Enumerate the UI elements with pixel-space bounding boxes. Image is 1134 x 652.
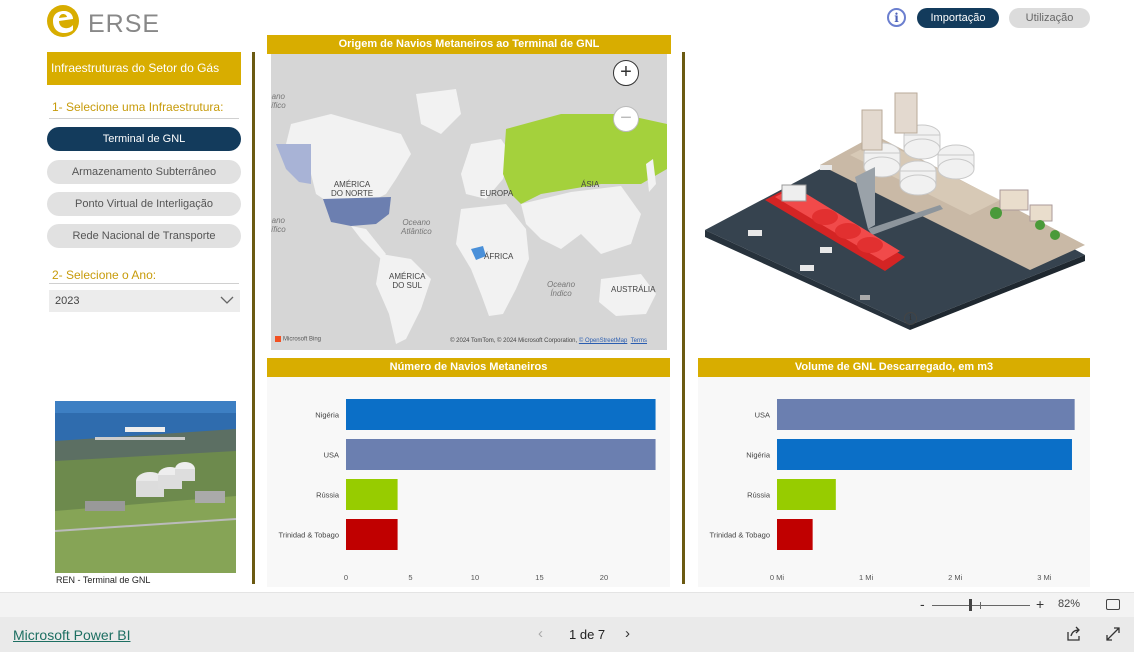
info-icon[interactable]: i <box>904 312 917 325</box>
map-label-pacific-mid: ano ífico <box>271 216 286 234</box>
divider <box>682 52 685 584</box>
terms-link[interactable]: Terms <box>631 338 647 344</box>
powerbi-link[interactable]: Microsoft Power BI <box>13 627 130 643</box>
logo-text: ERSE <box>88 10 161 38</box>
erse-logo: ERSE <box>46 4 166 38</box>
zoom-slider-track[interactable] <box>932 605 1030 606</box>
chart-volume-tick-label: 2 Mi <box>948 573 963 582</box>
expand-icon[interactable] <box>1105 626 1121 642</box>
chart-volume-bar[interactable] <box>777 439 1072 470</box>
zoom-percent: 82% <box>1058 598 1081 610</box>
tab-importacao[interactable]: Importação <box>917 8 999 28</box>
chart-volume-category-label: Nigéria <box>746 451 771 460</box>
divider <box>49 283 239 284</box>
infra-button-terminal-gnl[interactable]: Terminal de GNL <box>47 127 241 151</box>
chart-volume-tick-label: 3 Mi <box>1037 573 1052 582</box>
chart-volume-tick-label: 1 Mi <box>859 573 874 582</box>
chart-volume-bar[interactable] <box>777 399 1075 430</box>
chart-volume-category-label: Trinidad & Tobago <box>710 531 770 540</box>
chart-navios-bar[interactable] <box>346 439 656 470</box>
erse-e-logo-icon <box>47 5 79 37</box>
zoom-out-button[interactable]: − <box>613 106 639 132</box>
chevron-left-icon[interactable]: ‹ <box>538 625 543 642</box>
copyright-text: © 2024 TomTom, © 2024 Microsoft Corporat… <box>450 338 579 344</box>
chart-volume: USA Nigéria Rússia Trinidad & Tobago 0 Mi 1 M… <box>698 377 1090 587</box>
terminal-photo <box>55 401 236 573</box>
zoom-plus-button[interactable]: + <box>1036 596 1044 612</box>
chart-navios-svg: Nigéria USA Rússia Trinidad & Tobago 0 5 10 15 2… <box>279 399 656 582</box>
photo-caption: REN - Terminal de GNL <box>56 575 151 585</box>
chart-navios-title: Número de Navios Metaneiros <box>267 358 670 377</box>
map-label-atlantic: Oceano Atlântico <box>401 218 432 236</box>
chevron-right-icon[interactable]: › <box>625 625 630 642</box>
map-label-australia: AUSTRÁLIA <box>611 285 656 294</box>
page-indicator: 1 de 7 <box>569 627 606 642</box>
bing-text: Microsoft Bing <box>283 337 322 343</box>
chart-navios-category-label: USA <box>324 451 339 460</box>
info-icon[interactable]: i <box>887 8 906 27</box>
chart-navios-category-label: Rússia <box>316 491 340 500</box>
footer: Microsoft Power BI ‹ 1 de 7 › <box>0 617 1134 652</box>
divider <box>49 118 239 119</box>
map-label-south-america: AMÉRICA DO SUL <box>389 272 426 290</box>
chart-navios-bar[interactable] <box>346 479 398 510</box>
map-label-africa: ÁFRICA <box>484 252 514 261</box>
bing-logo: Microsoft Bing <box>275 336 321 343</box>
chart-volume-bar[interactable] <box>777 519 813 550</box>
year-select-label: 2- Selecione o Ano: <box>52 268 157 282</box>
chart-volume-bar[interactable] <box>777 479 836 510</box>
map-label-europe: EUROPA <box>480 189 514 198</box>
zoom-slider-thumb[interactable] <box>969 599 972 611</box>
infra-select-label: 1- Selecione uma Infraestrutura: <box>52 100 224 114</box>
divider <box>252 52 255 584</box>
chart-navios-category-label: Trinidad & Tobago <box>279 531 339 540</box>
infra-button-rede-nacional[interactable]: Rede Nacional de Transporte <box>47 224 241 248</box>
chart-navios: Nigéria USA Rússia Trinidad & Tobago 0 5 10 15 2… <box>267 377 670 587</box>
world-map[interactable]: AMÉRICA DO NORTE AMÉRICA DO SUL EUROPA ÁSI… <box>271 54 667 350</box>
chart-navios-bar[interactable] <box>346 519 398 550</box>
map-label-indian: Oceano Índico <box>547 280 576 298</box>
chart-navios-tick-label: 5 <box>408 573 412 582</box>
map-label-asia: ÁSIA <box>581 180 600 189</box>
chart-navios-category-label: Nigéria <box>315 411 340 420</box>
year-dropdown[interactable]: 2023 <box>49 290 240 312</box>
chart-navios-tick-label: 15 <box>535 573 543 582</box>
map-title: Origem de Navios Metaneiros ao Terminal … <box>267 35 671 54</box>
zoom-in-button[interactable]: + <box>613 60 639 86</box>
map-copyright: © 2024 TomTom, © 2024 Microsoft Corporat… <box>450 338 647 344</box>
infra-button-ponto-virtual[interactable]: Ponto Virtual de Interligação <box>47 192 241 216</box>
chart-volume-category-label: USA <box>755 411 770 420</box>
zoom-slider-tick <box>980 602 981 609</box>
tab-utilizacao[interactable]: Utilização <box>1009 8 1090 28</box>
map-label-pacific-top: ano ífico <box>271 92 286 110</box>
osm-link[interactable]: © OpenStreetMap <box>579 338 627 344</box>
chart-volume-svg: USA Nigéria Rússia Trinidad & Tobago 0 Mi 1 M… <box>710 399 1075 582</box>
sidebar-title: Infraestruturas do Setor do Gás <box>47 52 241 85</box>
chart-navios-tick-label: 20 <box>600 573 608 582</box>
chart-volume-category-label: Rússia <box>747 491 771 500</box>
infra-button-armazenamento[interactable]: Armazenamento Subterrâneo <box>47 160 241 184</box>
year-value: 2023 <box>55 295 80 307</box>
chart-navios-tick-label: 10 <box>471 573 479 582</box>
lng-terminal-illustration <box>700 85 1092 330</box>
fit-to-page-icon[interactable] <box>1106 599 1120 610</box>
zoom-bar: - + 82% <box>0 592 1134 617</box>
share-icon[interactable] <box>1066 626 1082 642</box>
zoom-minus-button[interactable]: - <box>920 596 925 612</box>
chevron-down-icon <box>220 296 234 304</box>
chart-volume-title: Volume de GNL Descarregado, em m3 <box>698 358 1090 377</box>
chart-navios-bar[interactable] <box>346 399 656 430</box>
chart-volume-tick-label: 0 Mi <box>770 573 785 582</box>
map-label-north-america: AMÉRICA DO NORTE <box>331 180 374 198</box>
chart-navios-tick-label: 0 <box>344 573 348 582</box>
